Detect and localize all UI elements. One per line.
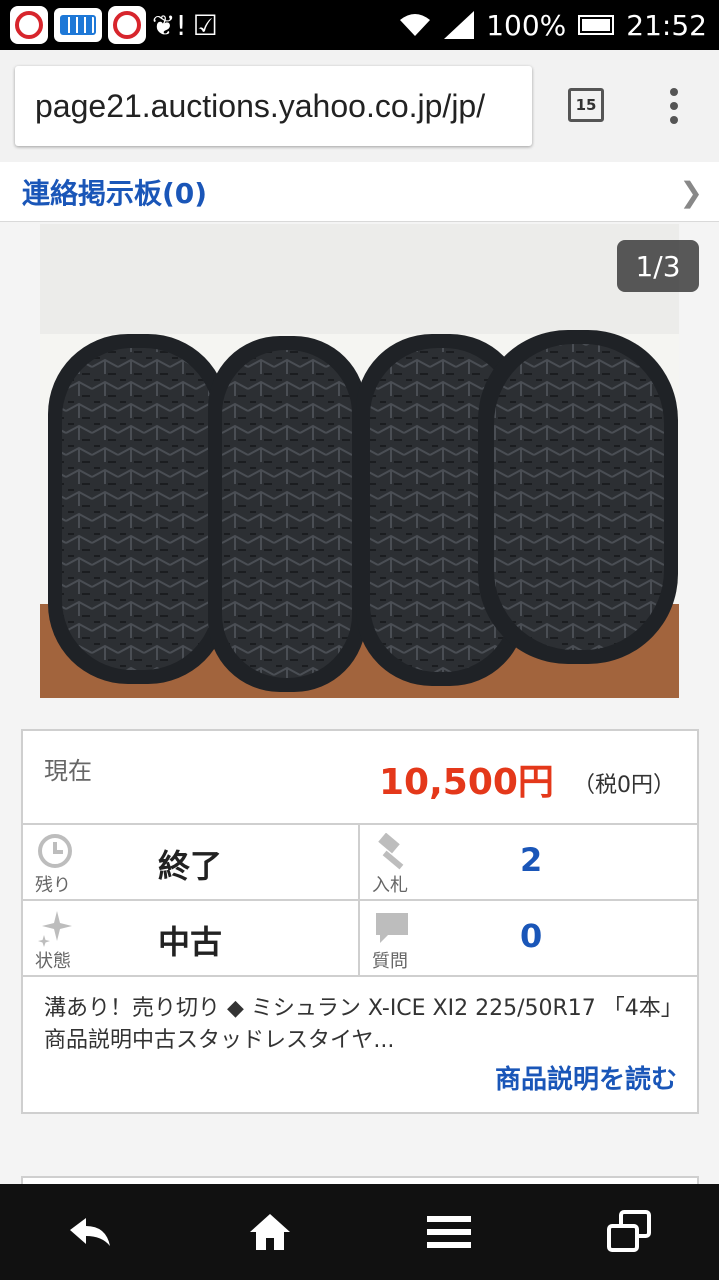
speech-bubble-icon [376, 913, 408, 943]
questions-label: 質問 [372, 951, 408, 972]
clock: 21:52 [626, 8, 707, 42]
status-bar: ❦! ☑ 100% 21:52 [0, 0, 719, 50]
sparkle-icon [38, 911, 72, 947]
notification-icons: ❦! ☑ [0, 6, 218, 44]
remaining-value: 終了 [158, 847, 223, 885]
questions-value: 0 [520, 917, 543, 955]
app-notification-icon-2 [108, 6, 146, 44]
home-icon [249, 1214, 290, 1250]
tires-image [40, 224, 679, 698]
current-price: 10,500円 [379, 762, 554, 803]
app-notification-icon [10, 6, 48, 44]
message-board-link[interactable]: 連絡掲示板(0) ❯ [0, 162, 719, 222]
current-price-label: 現在 [44, 757, 92, 785]
clipboard-check-icon: ☑ [192, 8, 218, 42]
chevron-right-icon: ❯ [679, 176, 703, 209]
description-excerpt: 溝あり！売り切り ◆ ミシュラン X-ICE XI2 225/50R17 「4本… [44, 996, 683, 1053]
tab-switcher-button[interactable]: 15 [568, 88, 604, 122]
menu-button[interactable] [419, 1202, 479, 1262]
gavel-icon [378, 833, 404, 870]
read-description-link[interactable]: 商品説明を読む [495, 1059, 677, 1096]
remaining-cell: 残り 終了 [23, 825, 360, 901]
remaining-label: 残り [35, 875, 71, 896]
condition-value: 中古 [158, 923, 223, 961]
bids-label: 入札 [372, 875, 408, 896]
battery-percent: 100% [486, 8, 567, 42]
auction-info-card: 現在 10,500円 （税0円） 残り 終了 入札 2 状態 中古 質問 0 溝… [21, 729, 699, 1114]
hamburger-menu-icon [427, 1216, 472, 1248]
product-photo[interactable] [40, 224, 679, 698]
bids-cell[interactable]: 入札 2 [360, 825, 697, 901]
home-button[interactable] [240, 1202, 300, 1262]
condition-cell: 状態 中古 [23, 901, 360, 977]
auction-stats: 残り 終了 入札 2 状態 中古 質問 0 [23, 825, 697, 977]
gallery-counter: 1/3 [617, 240, 699, 292]
tax-amount: （税0円） [573, 773, 675, 798]
clock-icon [38, 834, 72, 868]
browser-toolbar: page21.auctions.yahoo.co.jp/jp/ 15 [0, 50, 719, 162]
questions-cell[interactable]: 質問 0 [360, 901, 697, 977]
leaf-icon: ❦! [152, 8, 187, 42]
signal-icon [444, 11, 475, 39]
url-field[interactable]: page21.auctions.yahoo.co.jp/jp/ [15, 66, 532, 146]
recent-apps-button[interactable] [599, 1202, 659, 1262]
battery-app-icon [54, 8, 102, 42]
system-navigation-bar [0, 1184, 719, 1280]
recent-apps-icon [607, 1210, 652, 1252]
back-arrow-icon [69, 1218, 110, 1246]
bids-value: 2 [520, 841, 543, 879]
condition-label: 状態 [35, 951, 71, 972]
back-button[interactable] [60, 1202, 120, 1262]
overflow-menu-icon[interactable] [668, 88, 680, 124]
price-row: 現在 10,500円 （税0円） [23, 731, 697, 825]
message-board-label: 連絡掲示板(0) [22, 176, 208, 210]
wifi-icon [400, 14, 431, 36]
battery-icon [578, 15, 615, 35]
